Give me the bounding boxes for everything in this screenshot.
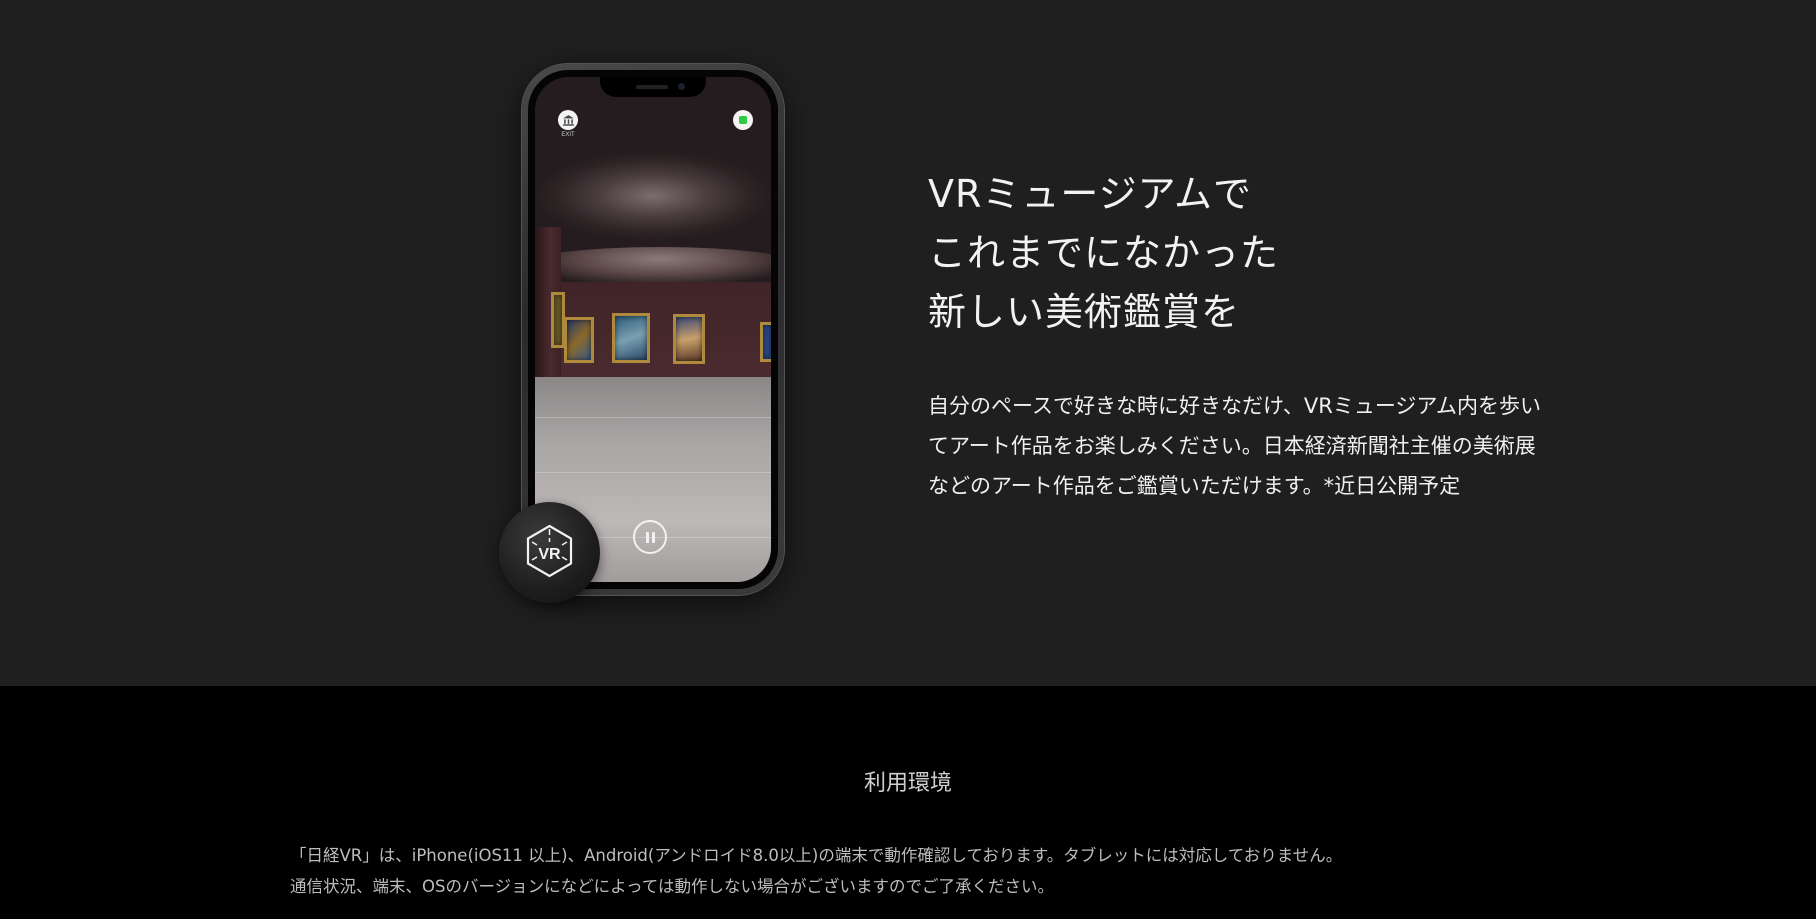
ceiling-light <box>535 247 771 287</box>
environment-line: 「日経VR」は、iPhone(iOS11 以上)、Android(アンドロイド8… <box>290 846 1343 865</box>
vr-mode-button[interactable]: VR <box>499 502 600 603</box>
painting <box>551 292 565 348</box>
museum-icon <box>562 114 574 126</box>
vr-cube-icon: VR <box>526 524 573 578</box>
record-indicator-icon <box>733 110 753 130</box>
headline-line: VRミュージアムで <box>928 172 1252 216</box>
exit-button[interactable] <box>558 110 578 130</box>
environment-text: 「日経VR」は、iPhone(iOS11 以上)、Android(アンドロイド8… <box>290 840 1690 902</box>
painting <box>612 313 650 363</box>
vr-badge-label: VR <box>538 546 561 563</box>
headline-line: これまでになかった <box>928 231 1280 275</box>
phone-notch <box>600 77 706 97</box>
hero-description: 自分のペースで好きな時に好きなだけ、VRミュージアム内を歩いてアート作品をお楽し… <box>928 394 1541 498</box>
headline-line: 新しい美術鑑賞を <box>928 290 1241 334</box>
painting <box>673 314 705 364</box>
exit-label: EXIT <box>561 132 575 138</box>
painting <box>564 317 594 363</box>
painting <box>760 322 771 362</box>
pause-button[interactable] <box>633 520 667 554</box>
hero-section <box>0 0 1816 686</box>
hero-headline: VRミュージアムで これまでになかった 新しい美術鑑賞を <box>928 165 1448 342</box>
environment-title: 利用環境 <box>863 771 952 796</box>
environment-line: 通信状況、端末、OSのバージョンになどによっては動作しない場合がございますのでご… <box>290 877 1054 896</box>
